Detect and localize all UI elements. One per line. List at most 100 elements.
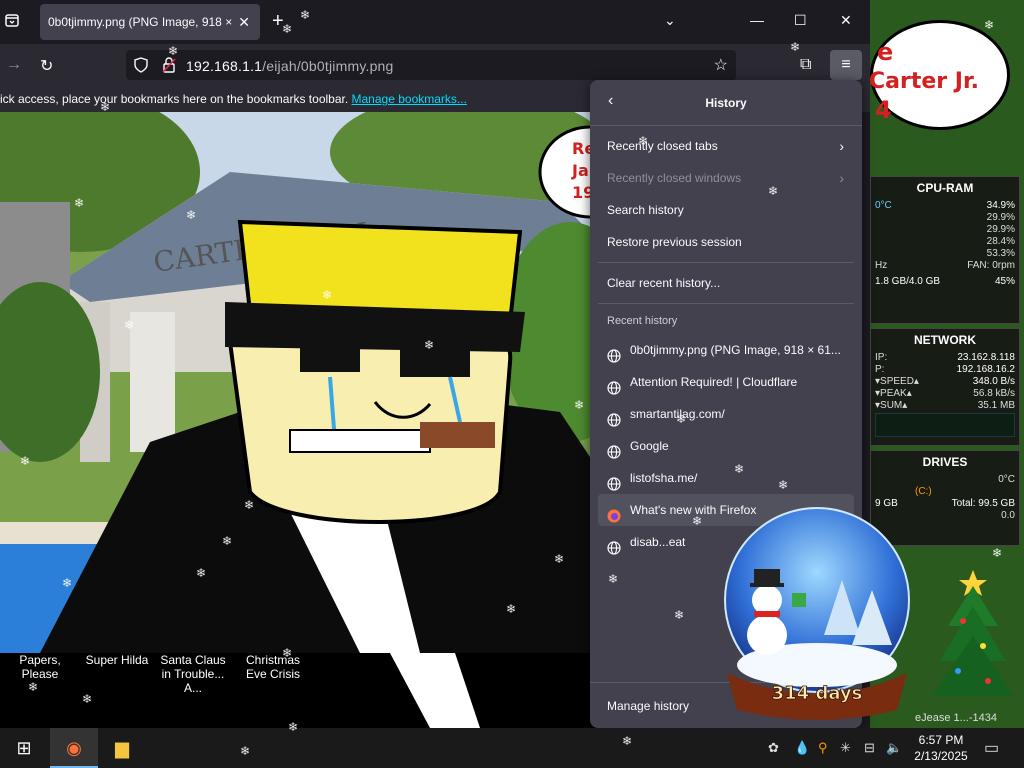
cpu-temp: 0°C — [875, 200, 892, 211]
globe-icon — [607, 535, 621, 555]
desktop-label-santa-claus[interactable]: Santa Claus in Trouble... A... — [156, 653, 230, 695]
maximize-button[interactable]: ☐ — [794, 12, 807, 29]
list-all-tabs-icon[interactable]: ⌄ — [664, 12, 676, 29]
tab-bar: 0b0tjimmy.png (PNG Image, 918 × ✕ + ⌄ — … — [0, 0, 870, 44]
tab-close-icon[interactable]: ✕ — [238, 14, 250, 31]
snowflake-icon: ❄ — [20, 454, 31, 468]
reload-button[interactable]: ↻ — [40, 56, 53, 76]
snowflake-icon: ❄ — [82, 692, 93, 706]
clock-date: 2/13/2025 — [914, 749, 968, 763]
desktop-label-christmas-eve[interactable]: Christmas Eve Crisis — [234, 653, 312, 681]
drive-temp: 0°C — [998, 474, 1015, 485]
snowflake-icon: ❄ — [28, 680, 39, 694]
history-entry[interactable]: listofsha.me/ — [590, 462, 862, 494]
cpu-ram-gadget[interactable]: CPU-RAM 0°C 34.9% 29.9% 29.9% 28.4% 53.3%… — [870, 176, 1020, 324]
lan-ip-label: P: — [875, 364, 885, 375]
cpu-freq-label: Hz — [875, 260, 888, 271]
history-panel-header: ‹ History — [590, 80, 862, 126]
insecure-lock-icon[interactable] — [162, 57, 176, 76]
lan-ip: 192.168.16.2 — [956, 364, 1015, 375]
minimize-button[interactable]: — — [750, 12, 764, 28]
ram-percent: 45% — [994, 276, 1015, 287]
tray-drop-icon[interactable]: 💧 — [794, 740, 810, 756]
history-entry[interactable]: Attention Required! | Cloudflare — [590, 366, 862, 398]
cpu-core-3: 28.4% — [986, 236, 1015, 247]
snowflake-icon: ❄ — [424, 338, 435, 352]
snowflake-icon: ❄ — [676, 412, 687, 426]
net-sum: 35.1 MB — [977, 400, 1015, 411]
release-text: eJease 1...-1434 — [915, 712, 997, 724]
separator — [598, 303, 854, 304]
desktop-label-super-hilda[interactable]: Super Hilda — [84, 653, 150, 667]
snow-globe-gadget[interactable]: 314 days — [712, 505, 922, 725]
clear-recent-history-item[interactable]: Clear recent history... — [590, 267, 862, 299]
shield-icon[interactable] — [134, 57, 148, 76]
file-explorer-icon[interactable]: ▆ — [98, 728, 146, 768]
history-entry[interactable]: Google — [590, 430, 862, 462]
taskbar-clock[interactable]: 6:57 PM 2/13/2025 — [906, 732, 976, 764]
image-bubble-line-2: Ja — [571, 161, 589, 180]
search-history-label: Search history — [607, 203, 684, 217]
network-graph — [875, 413, 1015, 437]
christmas-tree-decoration — [932, 570, 1014, 696]
cpu-ram-title: CPU-RAM — [916, 181, 974, 195]
snowflake-icon: ❄ — [288, 720, 299, 734]
peak-label: ▾PEAK▴ — [875, 388, 912, 399]
drive-total: Total: 99.5 GB — [951, 498, 1015, 509]
snowflake-icon: ❄ — [168, 44, 179, 58]
tray-search-icon[interactable]: ⚲ — [818, 740, 828, 756]
network-gadget[interactable]: NETWORK IP: 23.162.8.118 P: 192.168.16.2 ▾… — [870, 328, 1020, 446]
notifications-icon[interactable]: ▭ — [984, 738, 999, 758]
history-entry-label: Attention Required! | Cloudflare — [630, 375, 798, 389]
tab-active[interactable]: 0b0tjimmy.png (PNG Image, 918 × ✕ — [40, 4, 260, 40]
snowflake-icon: ❄ — [778, 478, 789, 492]
snowflake-icon: ❄ — [790, 40, 801, 54]
tab-list-icon[interactable] — [4, 12, 24, 32]
bubble-line-1: e — [877, 38, 894, 66]
search-history-item[interactable]: Search history — [590, 194, 862, 226]
history-panel-title: History — [705, 96, 747, 110]
bookmark-star-icon[interactable]: ☆ — [714, 55, 728, 75]
snowflake-icon: ❄ — [638, 134, 649, 148]
firefox-taskbar-icon[interactable]: ◉ — [50, 728, 98, 768]
screen: 0b0tjimmy.png (PNG Image, 918 × ✕ + ⌄ — … — [0, 0, 1024, 768]
history-entry[interactable]: smartantilag.com/ — [590, 398, 862, 430]
url-bar[interactable]: 192.168.1.1/eijah/0b0tjimmy.png ☆ — [126, 50, 736, 80]
network-title: NETWORK — [914, 333, 976, 347]
forward-button[interactable]: → — [6, 56, 22, 74]
recently-closed-windows-item[interactable]: Recently closed windows › — [590, 162, 862, 194]
snowflake-icon: ❄ — [124, 318, 135, 332]
tray-app-icon[interactable]: ✿ — [768, 740, 779, 756]
chevron-right-icon: › — [839, 170, 844, 186]
snowflake-icon: ❄ — [554, 552, 565, 566]
cpu-total: 34.9% — [986, 200, 1015, 211]
clock-time: 6:57 PM — [918, 733, 964, 747]
url-text[interactable]: 192.168.1.1/eijah/0b0tjimmy.png — [186, 58, 394, 74]
recently-closed-tabs-label: Recently closed tabs — [607, 139, 718, 153]
snowflake-icon: ❄ — [692, 514, 703, 528]
restore-session-label: Restore previous session — [607, 235, 742, 249]
manage-history-button[interactable]: Manage history — [607, 699, 689, 713]
days-counter: 314 days — [772, 683, 863, 704]
image-viewport: CARTER NTIAL Re Ja 19 — [0, 112, 600, 653]
image-viewport-lower: Papers, Please Super Hilda Santa Claus i… — [0, 653, 600, 728]
start-button[interactable]: ⊞ — [0, 728, 48, 768]
cpu-core-1: 29.9% — [986, 212, 1015, 223]
manage-bookmarks-link[interactable]: Manage bookmarks... — [352, 92, 467, 106]
volume-icon[interactable]: 🔈 — [886, 740, 902, 756]
globe-icon — [607, 343, 621, 363]
history-entry[interactable]: 0b0tjimmy.png (PNG Image, 918 × 61... — [590, 334, 862, 366]
recently-closed-tabs-item[interactable]: Recently closed tabs › — [590, 130, 862, 162]
close-window-button[interactable]: ✕ — [840, 12, 852, 29]
restore-session-item[interactable]: Restore previous session — [590, 226, 862, 258]
tray-snowflake-icon[interactable]: ✳ — [840, 740, 851, 756]
snowflake-icon: ❄ — [992, 546, 1003, 560]
snowflake-icon: ❄ — [622, 734, 633, 748]
app-menu-button[interactable]: ≡ — [830, 50, 862, 80]
desktop-label-papers-please[interactable]: Papers, Please — [2, 653, 78, 681]
extensions-icon[interactable]: ⧉ — [800, 56, 811, 74]
network-tray-icon[interactable]: ⊟ — [864, 740, 875, 756]
snowflake-icon: ❄ — [240, 744, 251, 758]
snowflake-icon: ❄ — [506, 602, 517, 616]
chevron-right-icon: › — [839, 138, 844, 154]
